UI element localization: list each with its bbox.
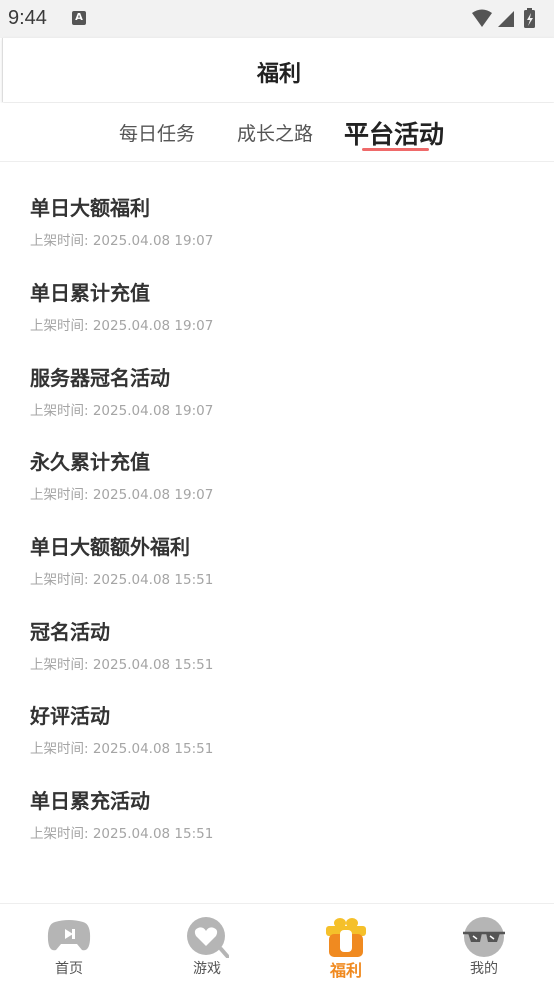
activity-title: 单日大额福利 bbox=[30, 196, 150, 220]
list-item[interactable]: 单日大额额外福利 上架时间: 2025.04.08 15:51 bbox=[30, 501, 530, 588]
activity-title: 永久累计充值 bbox=[30, 450, 150, 474]
activity-time: 上架时间: 2025.04.08 15:51 bbox=[30, 741, 214, 757]
list-item[interactable]: 服务器冠名活动 上架时间: 2025.04.08 19:07 bbox=[30, 332, 530, 419]
heart-search-icon bbox=[187, 917, 229, 958]
notification-icon: A bbox=[72, 11, 86, 25]
activity-title: 服务器冠名活动 bbox=[30, 366, 170, 390]
activity-time: 上架时间: 2025.04.08 19:07 bbox=[30, 487, 214, 503]
nav-home[interactable]: 首页 bbox=[14, 904, 124, 987]
activity-title: 单日累计充值 bbox=[30, 281, 150, 305]
nav-welfare[interactable]: 福利 bbox=[291, 904, 401, 987]
nav-label: 福利 bbox=[329, 961, 362, 980]
list-item[interactable]: 单日累计充值 上架时间: 2025.04.08 19:07 bbox=[30, 247, 530, 334]
tab-growth-path[interactable]: 成长之路 bbox=[237, 119, 313, 146]
nav-games[interactable]: 游戏 bbox=[152, 904, 262, 987]
wifi-icon bbox=[472, 9, 492, 27]
header: 福利 bbox=[2, 38, 554, 102]
page-title: 福利 bbox=[256, 62, 301, 87]
active-tab-indicator bbox=[362, 148, 429, 151]
list-item[interactable]: 好评活动 上架时间: 2025.04.08 15:51 bbox=[30, 670, 530, 757]
bottom-nav: 首页 游戏 福利 我的 bbox=[0, 903, 554, 987]
tab-daily-tasks[interactable]: 每日任务 bbox=[119, 119, 195, 146]
nav-label: 首页 bbox=[55, 961, 83, 977]
activity-title: 单日大额额外福利 bbox=[30, 535, 190, 559]
activity-time: 上架时间: 2025.04.08 15:51 bbox=[30, 826, 214, 842]
nav-mine[interactable]: 我的 bbox=[429, 904, 539, 987]
activity-time: 上架时间: 2025.04.08 19:07 bbox=[30, 318, 214, 334]
list-item[interactable]: 单日累充活动 上架时间: 2025.04.08 15:51 bbox=[30, 755, 530, 842]
activity-title: 好评活动 bbox=[30, 704, 110, 728]
gift-icon bbox=[326, 918, 366, 957]
nav-label: 游戏 bbox=[193, 961, 221, 977]
list-item[interactable]: 单日大额福利 上架时间: 2025.04.08 19:07 bbox=[30, 162, 530, 249]
status-time: 9:44 bbox=[8, 7, 47, 29]
signal-icon bbox=[498, 11, 514, 27]
status-bar: 9:44 A bbox=[0, 0, 554, 38]
activity-time: 上架时间: 2025.04.08 15:51 bbox=[30, 572, 214, 588]
list-item[interactable]: 冠名活动 上架时间: 2025.04.08 15:51 bbox=[30, 586, 530, 673]
battery-icon bbox=[524, 8, 535, 28]
tab-platform-activities[interactable]: 平台活动 bbox=[344, 115, 444, 151]
activity-title: 单日累充活动 bbox=[30, 789, 150, 813]
tab-bar: 每日任务 成长之路 平台活动 bbox=[0, 103, 554, 162]
nav-label: 我的 bbox=[470, 961, 498, 977]
activity-time: 上架时间: 2025.04.08 19:07 bbox=[30, 233, 214, 249]
activity-title: 冠名活动 bbox=[30, 620, 110, 644]
list-item[interactable]: 永久累计充值 上架时间: 2025.04.08 19:07 bbox=[30, 416, 530, 503]
status-indicators bbox=[470, 8, 546, 30]
sunglasses-face-icon bbox=[463, 917, 505, 957]
gamepad-icon bbox=[47, 920, 91, 951]
